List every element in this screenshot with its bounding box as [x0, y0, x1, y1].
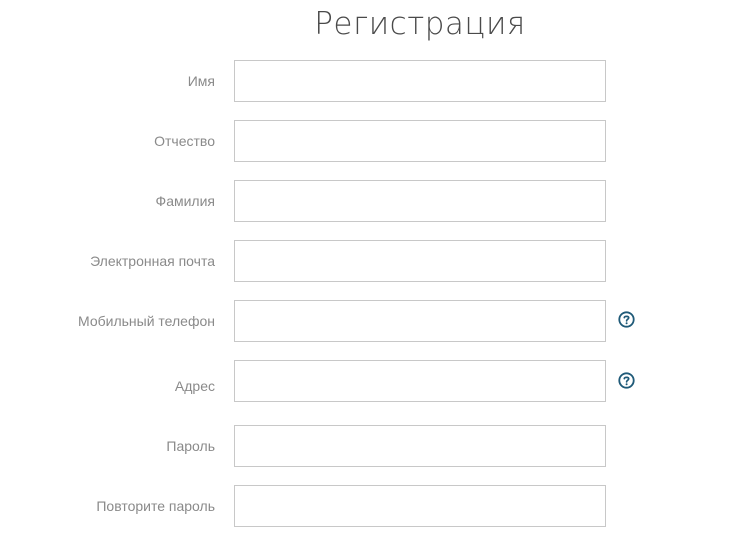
mobile-phone-label: Мобильный телефон — [78, 313, 215, 329]
email-row: Электронная почта — [0, 240, 740, 282]
mobile-phone-row: Мобильный телефон — [0, 300, 740, 342]
password-input[interactable] — [234, 425, 606, 467]
email-input[interactable] — [234, 240, 606, 282]
first-name-label: Имя — [187, 73, 215, 89]
password-label: Пароль — [166, 438, 215, 454]
address-row: Адрес — [0, 360, 740, 402]
address-input[interactable] — [234, 360, 606, 402]
question-circle-icon[interactable] — [618, 372, 635, 389]
middle-name-row: Отчество — [0, 120, 740, 162]
last-name-label: Фамилия — [155, 193, 215, 209]
email-label: Электронная почта — [90, 253, 215, 269]
first-name-row: Имя — [0, 60, 740, 102]
confirm-password-label: Повторите пароль — [96, 498, 215, 514]
confirm-password-row: Повторите пароль — [0, 485, 740, 527]
question-circle-icon[interactable] — [618, 311, 635, 328]
middle-name-label: Отчество — [154, 133, 215, 149]
last-name-row: Фамилия — [0, 180, 740, 222]
password-row: Пароль — [0, 425, 740, 467]
page-title: Регистрация — [314, 6, 526, 42]
confirm-password-input[interactable] — [234, 485, 606, 527]
first-name-input[interactable] — [234, 60, 606, 102]
middle-name-input[interactable] — [234, 120, 606, 162]
address-label: Адрес — [174, 378, 215, 394]
last-name-input[interactable] — [234, 180, 606, 222]
mobile-phone-input[interactable] — [234, 300, 606, 342]
